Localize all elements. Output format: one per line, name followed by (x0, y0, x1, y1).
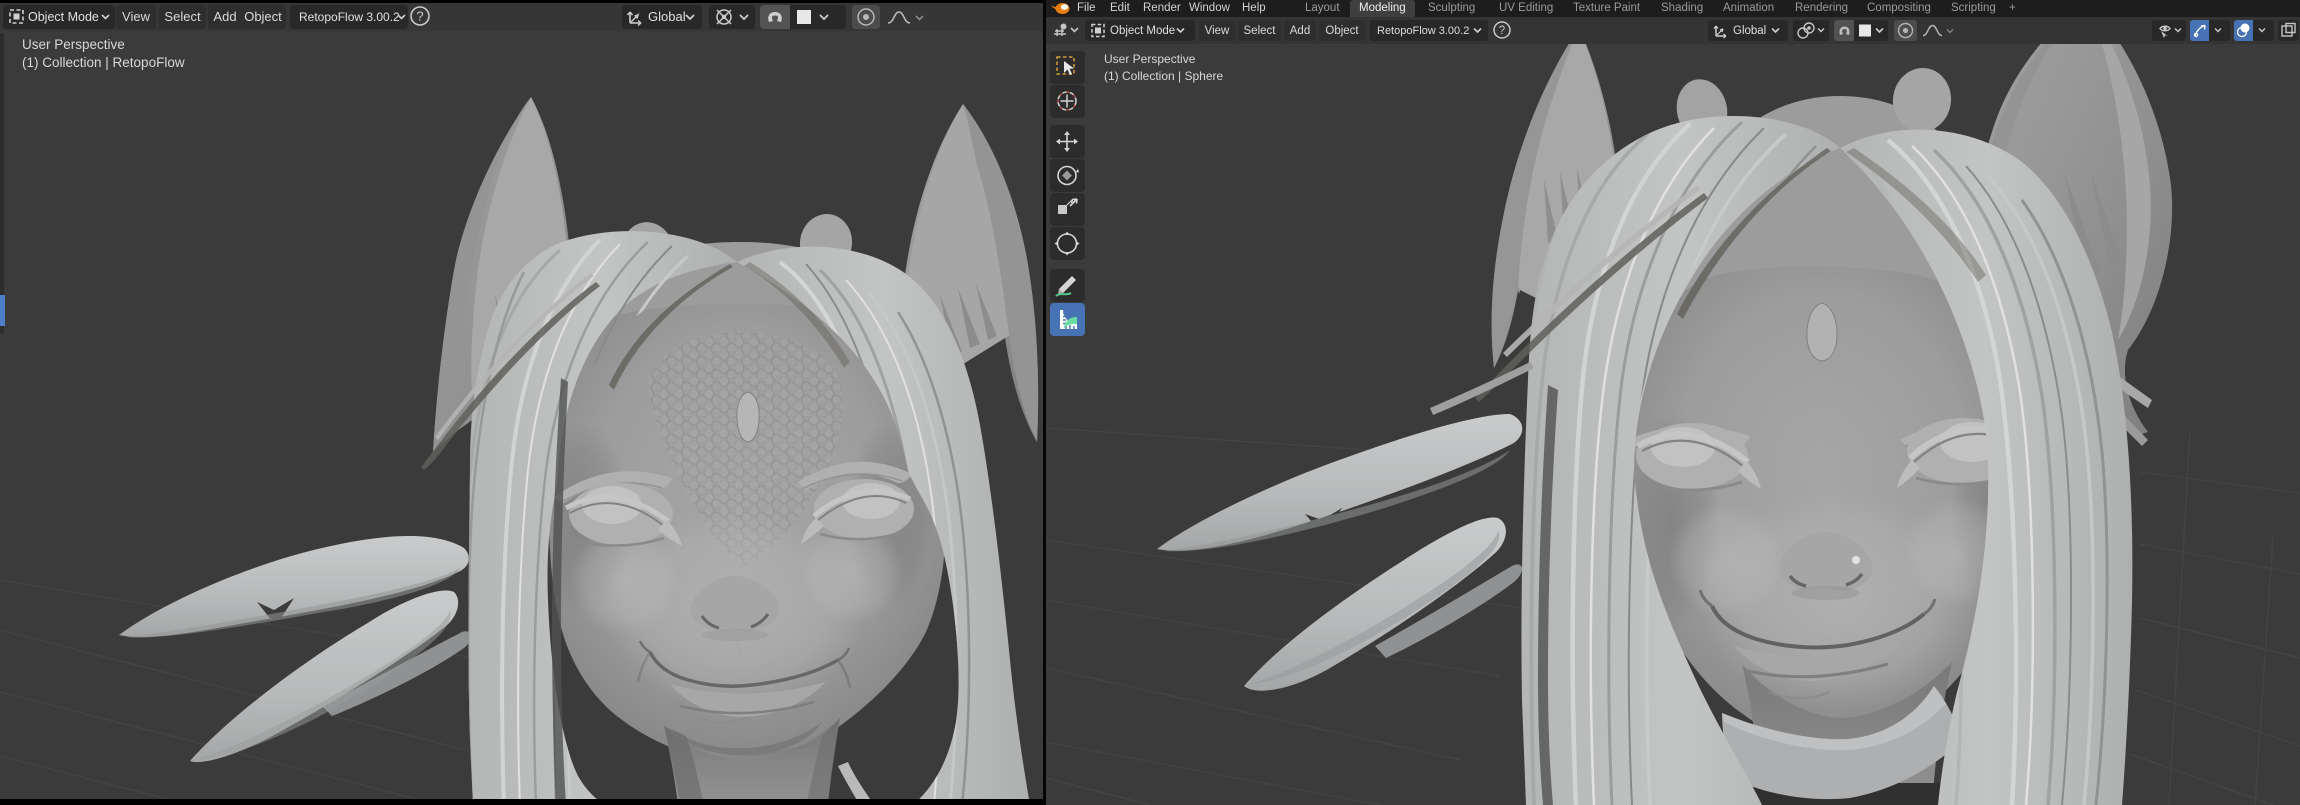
svg-text:?: ? (416, 9, 423, 24)
svg-text:?: ? (1499, 25, 1505, 37)
